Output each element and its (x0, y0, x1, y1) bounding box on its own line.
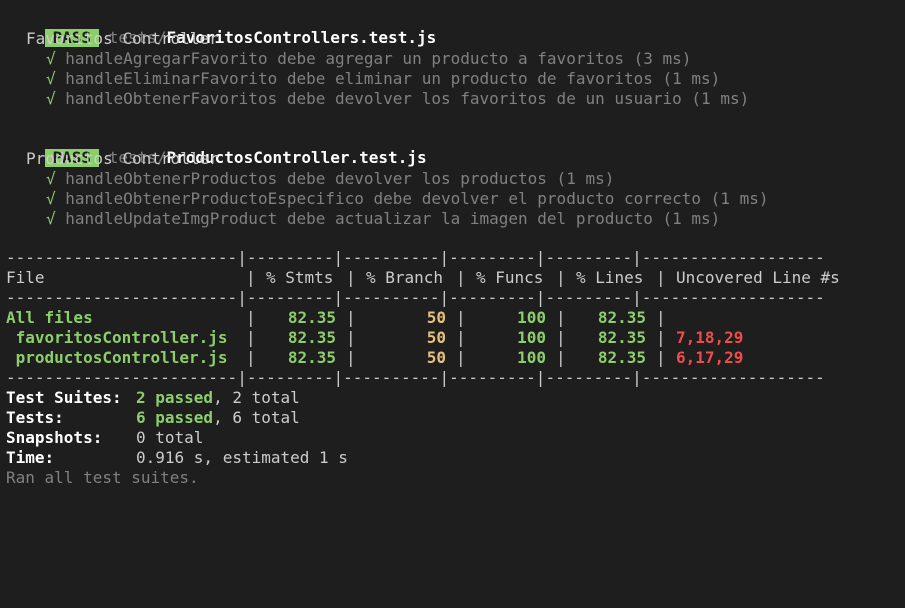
col-divider: | (346, 328, 356, 347)
col-divider: | (456, 308, 466, 327)
col-divider: | (456, 268, 466, 287)
check-icon: √ (46, 49, 56, 68)
test-case: √ handleObtenerProductos debe devolver l… (46, 169, 614, 189)
row-stmts: 82.35 (287, 348, 336, 367)
col-divider: | (246, 348, 256, 367)
test-case-label: handleObtenerProductoEspecifico debe dev… (65, 189, 769, 208)
row-file: productosController.js (6, 348, 228, 367)
col-divider: | (556, 268, 566, 287)
row-uncovered: 6,17,29 (676, 348, 744, 367)
summary-value: 2 passed, 2 total (136, 388, 300, 407)
check-icon: √ (46, 189, 56, 208)
col-divider: | (656, 308, 666, 327)
summary-value: 6 passed, 6 total (136, 408, 300, 427)
row-stmts: 82.35 (287, 328, 336, 347)
suite-result-header: PASS tests/ProductosController.test.js (6, 128, 427, 167)
summary-tests: Tests: 6 passed, 6 total (6, 408, 300, 428)
row-lines: 82.35 (597, 348, 646, 367)
col-divider: | (556, 328, 566, 347)
col-header-file: File (6, 268, 45, 287)
describe-block-title: Productos Controller (26, 149, 219, 168)
row-funcs: 100 (517, 328, 546, 347)
test-case: √ handleObtenerFavoritos debe devolver l… (46, 89, 749, 109)
suite-result-header: PASS tests/FavoritosControllers.test.js (6, 8, 436, 47)
coverage-table-header: File | % Stmts | % Branch | % Funcs | % … (6, 268, 896, 288)
coverage-table-border-top: ------------------------|---------|-----… (6, 248, 825, 267)
test-case-label: handleAgregarFavorito debe agregar un pr… (65, 49, 692, 68)
table-row: All files | 82.35 | 50 | 100 | 82.35 | (6, 308, 896, 328)
summary-label: Test Suites: (6, 388, 122, 407)
test-case: √ handleEliminarFavorito debe eliminar u… (46, 69, 720, 89)
describe-block-title: Favoritos Controller (26, 29, 219, 48)
col-divider: | (656, 328, 666, 347)
col-divider: | (456, 328, 466, 347)
test-case-label: handleEliminarFavorito debe eliminar un … (65, 69, 721, 88)
row-funcs: 100 (517, 308, 546, 327)
col-divider: | (346, 348, 356, 367)
col-divider: | (246, 328, 256, 347)
col-divider: | (556, 348, 566, 367)
test-case-label: handleObtenerProductos debe devolver los… (65, 169, 615, 188)
row-uncovered: 7,18,29 (676, 328, 744, 347)
summary-test-suites: Test Suites: 2 passed, 2 total (6, 388, 300, 408)
check-icon: √ (46, 89, 56, 108)
col-divider: | (246, 308, 256, 327)
run-footer: Ran all test suites. (6, 468, 199, 487)
row-lines: 82.35 (597, 308, 646, 327)
col-header-uncovered: Uncovered Line #s (676, 268, 840, 287)
summary-time: Time: 0.916 s, estimated 1 s (6, 448, 348, 468)
table-row: productosController.js | 82.35 | 50 | 10… (6, 348, 896, 368)
summary-label: Tests: (6, 408, 64, 427)
col-header-stmts: % Stmts (266, 268, 334, 287)
summary-label: Time: (6, 448, 55, 467)
test-case: √ handleUpdateImgProduct debe actualizar… (46, 209, 720, 229)
col-divider: | (456, 348, 466, 367)
col-header-lines: % Lines (576, 268, 644, 287)
row-branch: 50 (426, 348, 446, 367)
table-row: favoritosController.js | 82.35 | 50 | 10… (6, 328, 896, 348)
test-case-label: handleUpdateImgProduct debe actualizar l… (65, 209, 721, 228)
check-icon: √ (46, 69, 56, 88)
test-case: √ handleAgregarFavorito debe agregar un … (46, 49, 691, 69)
col-divider: | (556, 308, 566, 327)
row-branch: 50 (426, 308, 446, 327)
row-lines: 82.35 (597, 328, 646, 347)
row-stmts: 82.35 (287, 308, 336, 327)
col-divider: | (656, 348, 666, 367)
summary-snapshots: Snapshots: 0 total (6, 428, 203, 448)
col-header-funcs: % Funcs (476, 268, 544, 287)
col-divider: | (346, 268, 356, 287)
row-funcs: 100 (517, 348, 546, 367)
col-header-branch: % Branch (366, 268, 444, 287)
test-case: √ handleObtenerProductoEspecifico debe d… (46, 189, 768, 209)
summary-value: 0.916 s, estimated 1 s (136, 448, 348, 467)
col-divider: | (656, 268, 666, 287)
coverage-table-border-mid: ------------------------|---------|-----… (6, 288, 825, 307)
summary-label: Snapshots: (6, 428, 103, 447)
summary-value: 0 total (136, 428, 204, 447)
row-file: All files (6, 308, 93, 327)
row-branch: 50 (426, 328, 446, 347)
coverage-table-border-bottom: ------------------------|---------|-----… (6, 368, 825, 387)
check-icon: √ (46, 169, 56, 188)
check-icon: √ (46, 209, 56, 228)
col-divider: | (246, 268, 256, 287)
terminal-output: PASS tests/FavoritosControllers.test.js … (0, 0, 905, 492)
test-case-label: handleObtenerFavoritos debe devolver los… (65, 89, 750, 108)
row-file: favoritosController.js (6, 328, 228, 347)
col-divider: | (346, 308, 356, 327)
